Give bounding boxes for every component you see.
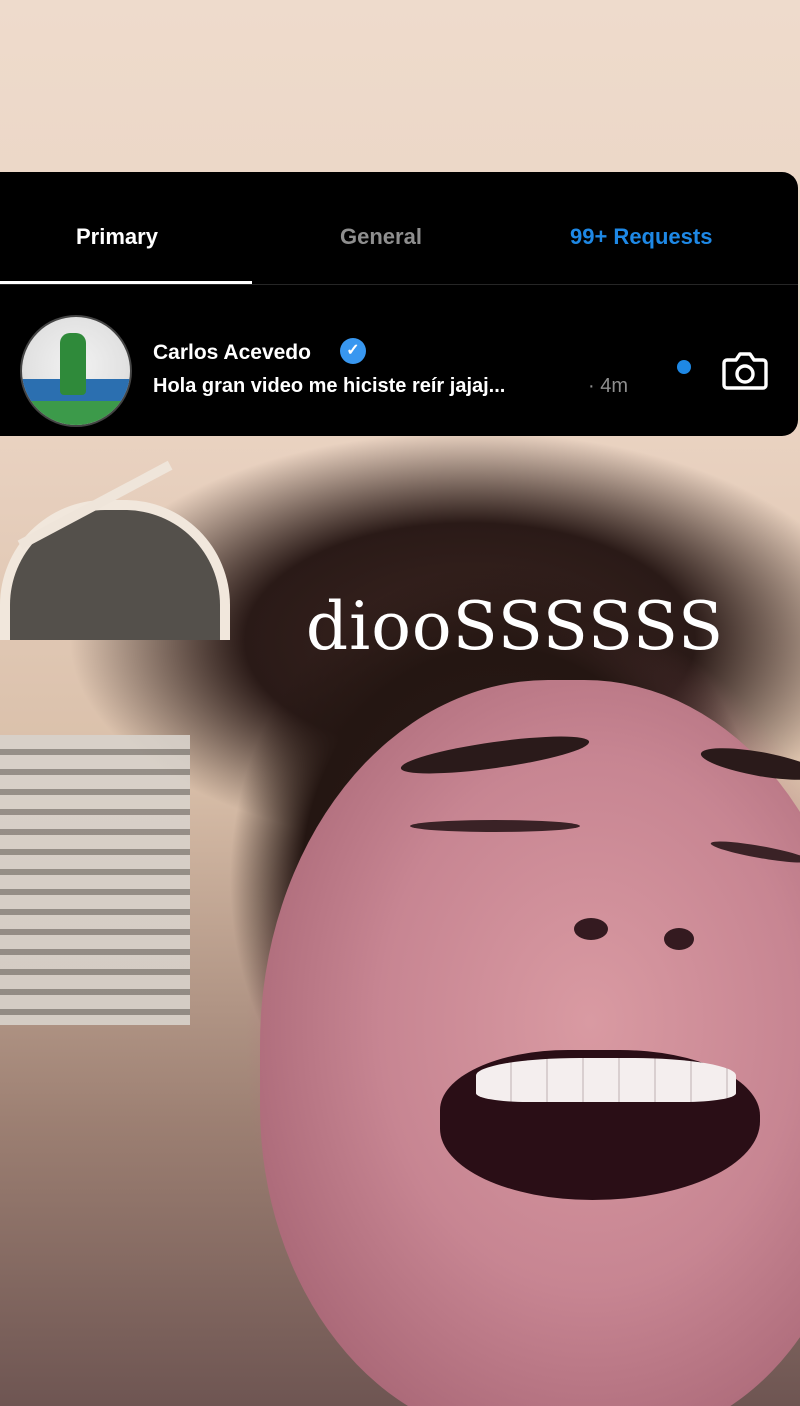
inbox-tabs: Primary General 99+ Requests [0, 172, 798, 285]
story-caption: diooSSSSSS [305, 588, 725, 665]
tab-primary[interactable]: Primary [76, 224, 158, 250]
dm-inbox-card: Primary General 99+ Requests Carlos Acev… [0, 172, 798, 436]
tab-general[interactable]: General [340, 224, 422, 250]
camera-icon[interactable] [722, 348, 768, 392]
verified-badge-icon: ✓ [340, 338, 366, 364]
tab-requests[interactable]: 99+ Requests [570, 224, 712, 250]
unread-dot-icon [677, 360, 691, 374]
avatar[interactable] [20, 315, 132, 427]
thread-time: · 4m [588, 375, 629, 397]
face [260, 680, 800, 1406]
thread-preview: Hola gran video me hiciste reír jajaj... [153, 375, 506, 397]
thread-row[interactable]: Carlos Acevedo ✓ Hola gran video me hici… [0, 285, 798, 436]
thread-name: Carlos Acevedo [153, 341, 311, 364]
